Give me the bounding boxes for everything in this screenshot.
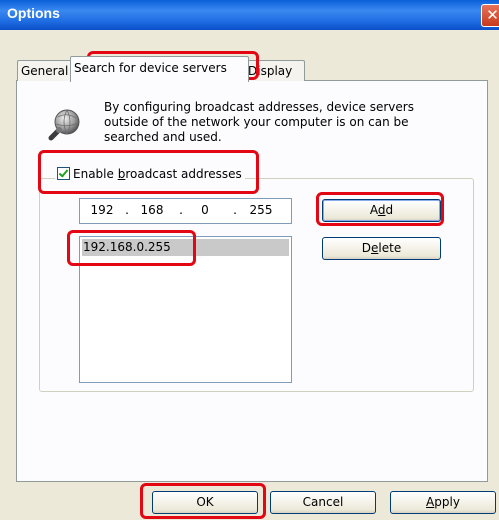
ip-separator: . (125, 203, 129, 217)
tab-search-for-device-servers[interactable]: Search for device servers (70, 56, 249, 82)
ok-button[interactable]: OK (152, 491, 258, 514)
delete-label-prefix: D (361, 241, 372, 255)
ip-address-input[interactable]: 192 . 168 . 0 . 255 (79, 198, 292, 224)
info-text: By configuring broadcast addresses, devi… (104, 100, 414, 144)
add-label-suffix: d (385, 203, 394, 217)
ip-octet-4[interactable]: 255 (244, 203, 278, 217)
tab-display[interactable]: Display (244, 60, 305, 81)
checkbox-checked-icon[interactable] (57, 167, 70, 180)
title-bar[interactable]: Options ✕ (0, 0, 499, 30)
cancel-button[interactable]: Cancel (270, 491, 376, 514)
close-icon: ✕ (486, 6, 499, 24)
list-item[interactable]: 192.168.0.255 (82, 239, 289, 256)
ip-separator: . (179, 203, 183, 217)
tab-label: General (21, 64, 69, 78)
enable-broadcast-checkbox[interactable]: Enable broadcast addresses (55, 164, 245, 184)
broadcast-address-list[interactable]: 192.168.0.255 (79, 236, 292, 383)
ip-octet-2[interactable]: 168 (135, 203, 169, 217)
checkbox-label-suffix: roadcast addresses (125, 167, 242, 181)
delete-button[interactable]: Delete (322, 237, 441, 260)
apply-button[interactable]: Apply (390, 491, 496, 514)
tab-label: Search for device servers (74, 61, 227, 75)
search-globe-icon (47, 108, 81, 142)
close-button[interactable]: ✕ (481, 4, 499, 27)
cancel-label: Cancel (302, 495, 344, 509)
delete-label-suffix: lete (378, 241, 402, 255)
window-title: Options (7, 5, 60, 21)
checkbox-label-prefix: Enable (73, 167, 118, 181)
tab-label: Display (248, 64, 293, 78)
add-label-accel: d (377, 203, 386, 217)
tab-general[interactable]: General (17, 60, 75, 81)
add-button[interactable]: Add (322, 199, 441, 222)
ok-label: OK (196, 495, 214, 509)
apply-label-suffix: pply (434, 495, 460, 509)
ip-separator: . (233, 203, 237, 217)
ip-octet-1[interactable]: 192 (85, 203, 119, 217)
ip-octet-3[interactable]: 0 (188, 203, 222, 217)
options-dialog: Options ✕ General Search for device serv… (0, 0, 499, 520)
add-label-prefix: A (369, 203, 378, 217)
